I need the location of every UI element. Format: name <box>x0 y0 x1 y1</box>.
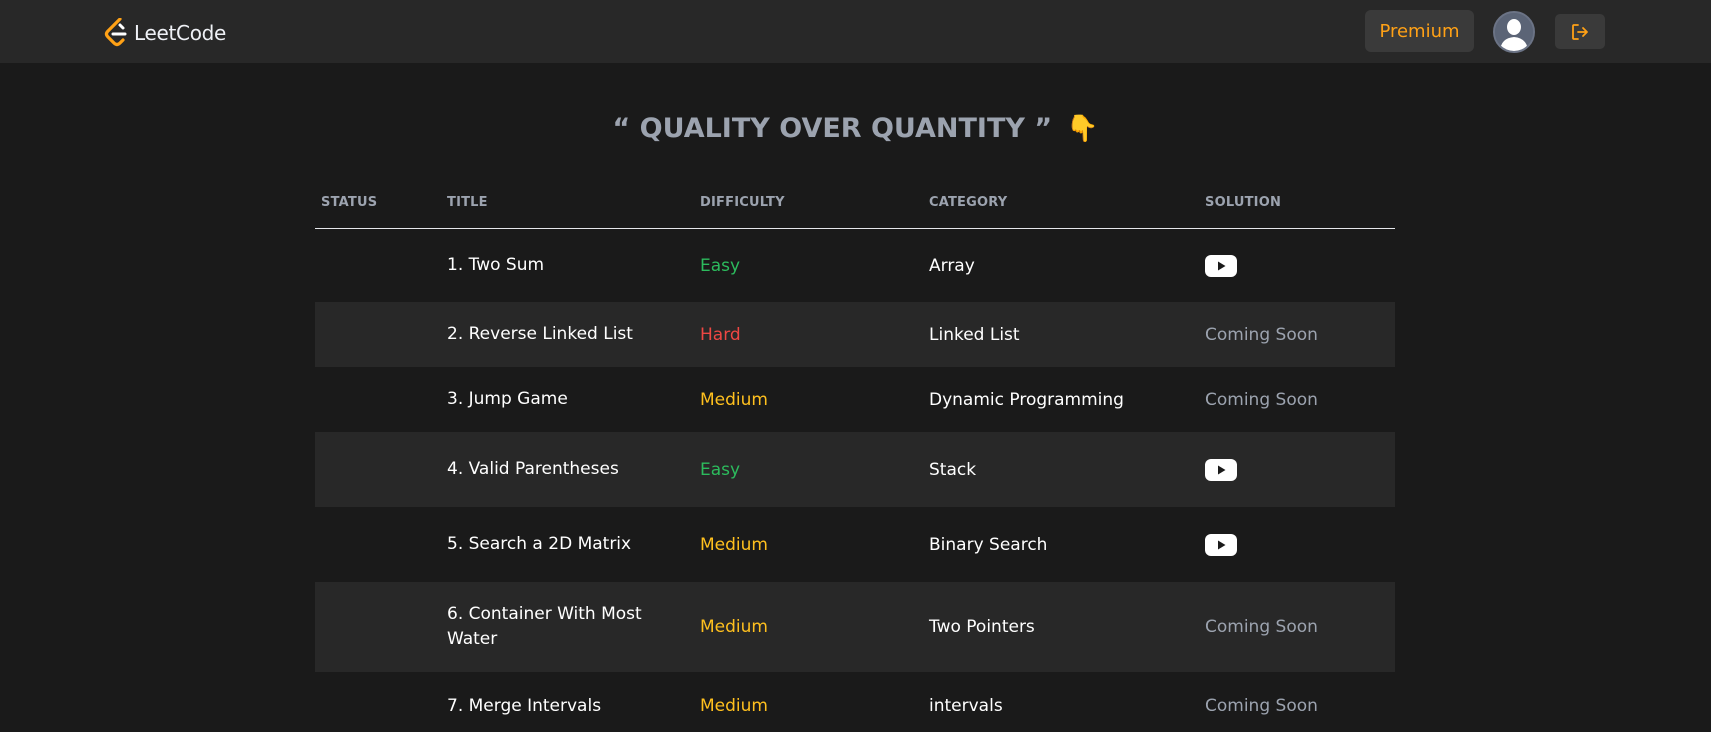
table-row: 3. Jump Game Medium Dynamic Programming Com… <box>315 367 1395 432</box>
row-status <box>321 432 441 507</box>
problem-title-link[interactable]: 5. Search a 2D Matrix <box>447 507 677 582</box>
difficulty-label: Medium <box>700 617 768 637</box>
difficulty-label: Easy <box>700 459 741 480</box>
table-header: STATUS TITLE DIFFICULTY CATEGORY SOLUTIO… <box>315 183 1395 229</box>
category-label: intervals <box>929 696 1003 716</box>
solution-cell: Coming Soon <box>1205 367 1395 432</box>
youtube-icon[interactable] <box>1205 254 1237 277</box>
column-header-difficulty: DIFFICULTY <box>700 195 785 210</box>
coming-soon-label: Coming Soon <box>1205 696 1318 716</box>
quote-text: “ QUALITY OVER QUANTITY ” <box>612 113 1053 144</box>
problem-title-link[interactable]: 1. Two Sum <box>447 229 677 302</box>
coming-soon-label: Coming Soon <box>1205 324 1318 345</box>
top-navbar: LeetCode Premium <box>0 0 1711 63</box>
leetcode-logo[interactable]: LeetCode <box>104 17 226 49</box>
column-header-status: STATUS <box>321 195 378 210</box>
leetcode-logo-icon <box>104 18 127 47</box>
logout-button[interactable] <box>1555 14 1605 49</box>
premium-button[interactable]: Premium <box>1365 10 1474 52</box>
row-status <box>321 507 441 582</box>
difficulty-label: Medium <box>700 534 768 555</box>
solution-cell: Coming Soon <box>1205 582 1395 672</box>
category-label: Dynamic Programming <box>929 389 1124 410</box>
problem-title-link[interactable]: 2. Reverse Linked List <box>447 302 677 367</box>
logo-text: LeetCode <box>134 21 227 45</box>
category-label: Stack <box>929 459 977 480</box>
problem-title-link[interactable]: 4. Valid Parentheses <box>447 432 677 507</box>
table-row: 1. Two Sum Easy Array <box>315 229 1395 302</box>
table-row: 7. Merge Intervals Medium intervals Coming … <box>315 672 1395 732</box>
category-label: Linked List <box>929 324 1020 345</box>
table-row: 5. Search a 2D Matrix Medium Binary Search <box>315 507 1395 582</box>
logout-icon <box>1572 23 1588 40</box>
pointing-down-emoji: 👇 <box>1066 113 1099 144</box>
column-header-category: CATEGORY <box>929 195 1008 210</box>
problem-title-link[interactable]: 3. Jump Game <box>447 367 677 432</box>
solution-cell: Coming Soon <box>1205 672 1395 732</box>
difficulty-label: Hard <box>700 324 741 345</box>
difficulty-label: Easy <box>700 255 741 276</box>
youtube-icon[interactable] <box>1205 533 1237 556</box>
coming-soon-label: Coming Soon <box>1205 389 1318 410</box>
row-status <box>321 367 441 432</box>
category-label: Two Pointers <box>929 617 1035 637</box>
user-avatar[interactable] <box>1493 11 1535 53</box>
youtube-icon[interactable] <box>1205 458 1237 481</box>
difficulty-label: Medium <box>700 696 768 716</box>
table-body: 1. Two Sum Easy Array 2. Reverse Linked Lis… <box>315 229 1395 732</box>
row-status <box>321 582 441 672</box>
row-status <box>321 302 441 367</box>
page-heading: “ QUALITY OVER QUANTITY ” 👇 <box>0 113 1711 144</box>
solution-cell <box>1205 432 1395 507</box>
difficulty-label: Medium <box>700 389 768 410</box>
avatar-silhouette-icon <box>1495 13 1533 51</box>
column-header-solution: SOLUTION <box>1205 195 1282 210</box>
solution-cell <box>1205 507 1395 582</box>
problems-table: STATUS TITLE DIFFICULTY CATEGORY SOLUTIO… <box>315 183 1395 732</box>
category-label: Array <box>929 255 975 276</box>
solution-cell <box>1205 229 1395 302</box>
table-row: 4. Valid Parentheses Easy Stack <box>315 432 1395 507</box>
table-row: 2. Reverse Linked List Hard Linked List Com… <box>315 302 1395 367</box>
coming-soon-label: Coming Soon <box>1205 617 1318 637</box>
problem-title-link[interactable]: 7. Merge Intervals <box>447 672 677 732</box>
table-row: 6. Container With Most Water Medium Two Po… <box>315 582 1395 672</box>
column-header-title: TITLE <box>447 195 488 210</box>
category-label: Binary Search <box>929 534 1048 555</box>
problem-title-link[interactable]: 6. Container With Most Water <box>447 582 677 672</box>
row-status <box>321 229 441 302</box>
row-status <box>321 672 441 732</box>
solution-cell: Coming Soon <box>1205 302 1395 367</box>
